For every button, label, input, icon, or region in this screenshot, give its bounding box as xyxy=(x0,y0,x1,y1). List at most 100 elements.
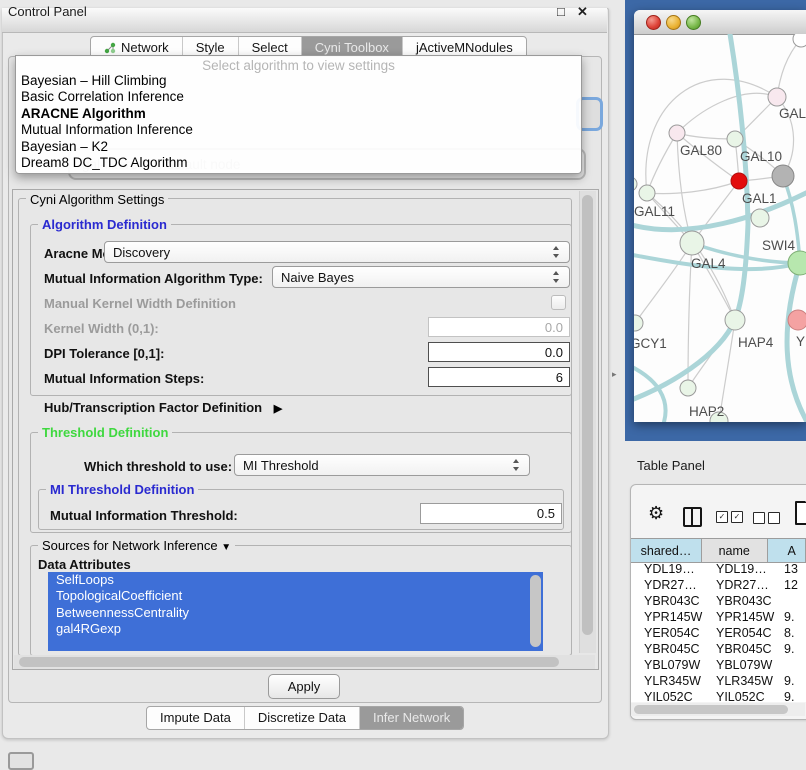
algorithm-option[interactable]: Mutual Information Inference xyxy=(16,122,581,138)
settings-vertical-scrollbar-thumb[interactable] xyxy=(582,195,593,635)
table-body[interactable]: YDL19…YDL19…13YDR27…YDR27…12YBR043CYBR04… xyxy=(631,561,806,702)
tab-discretize-data[interactable]: Discretize Data xyxy=(245,707,360,729)
checked-checkbox-icon[interactable]: ✓ xyxy=(716,511,728,523)
table-cell[interactable]: 13 xyxy=(779,562,806,576)
table-cell[interactable]: YLR345W xyxy=(631,674,708,688)
table-cell[interactable]: YLR345W xyxy=(708,674,779,688)
table-cell[interactable]: YBR045C xyxy=(631,642,708,656)
table-cell[interactable]: YIL052C xyxy=(708,690,779,702)
network-edge[interactable] xyxy=(647,133,677,193)
table-cell[interactable]: YPR145W xyxy=(708,610,779,624)
gear-icon[interactable]: ⚙ xyxy=(648,503,664,524)
table-cell[interactable]: YBL079W xyxy=(708,658,779,672)
column-header-name[interactable]: name xyxy=(702,539,767,562)
settings-horizontal-scrollbar-thumb[interactable] xyxy=(19,657,559,667)
table-cell[interactable]: YDL19… xyxy=(631,562,708,576)
minimize-traffic-light[interactable] xyxy=(666,15,681,30)
panel-splitter-handle[interactable]: ▸ xyxy=(612,369,617,380)
network-node[interactable] xyxy=(639,185,655,201)
table-row[interactable]: YBR043CYBR043C xyxy=(631,593,806,609)
table-row[interactable]: YDR27…YDR27…12 xyxy=(631,577,806,593)
sources-group-title[interactable]: Sources for Network Inference ▼ xyxy=(38,538,235,553)
data-attribute-item[interactable]: BetweennessCentrality xyxy=(48,605,543,621)
table-cell[interactable]: YBL079W xyxy=(631,658,708,672)
table-cell[interactable]: YDR27… xyxy=(631,578,708,592)
network-edge[interactable] xyxy=(647,181,739,194)
table-cell[interactable]: 9. xyxy=(779,610,806,624)
column-header-shared-name[interactable]: shared… xyxy=(631,539,702,562)
algorithm-option[interactable]: Bayesian – K2 xyxy=(16,139,581,155)
data-attributes-list[interactable]: SelfLoopsTopologicalCoefficientBetweenne… xyxy=(48,572,543,651)
algorithm-option[interactable]: Basic Correlation Inference xyxy=(16,89,581,105)
table-row[interactable]: YLR345WYLR345W9. xyxy=(631,673,806,689)
table-row[interactable]: YBL079WYBL079W xyxy=(631,657,806,673)
zoom-traffic-light[interactable] xyxy=(686,15,701,30)
table-row[interactable]: YDL19…YDL19…13 xyxy=(631,561,806,577)
network-node[interactable] xyxy=(772,165,794,187)
algorithm-option[interactable]: Dream8 DC_TDC Algorithm xyxy=(16,155,581,171)
mi-threshold-field[interactable]: 0.5 xyxy=(420,503,562,524)
table-row[interactable]: YIL052CYIL052C9. xyxy=(631,689,806,702)
table-cell[interactable]: YER054C xyxy=(708,626,779,640)
network-node[interactable] xyxy=(731,173,747,189)
algorithm-option[interactable]: Bayesian – Hill Climbing xyxy=(16,73,581,89)
table-horizontal-scrollbar-thumb[interactable] xyxy=(634,705,788,714)
mi-steps-field[interactable]: 6 xyxy=(428,367,570,387)
network-node[interactable] xyxy=(727,131,743,147)
network-node[interactable] xyxy=(634,177,637,191)
dpi-tolerance-field[interactable]: 0.0 xyxy=(428,342,570,362)
table-cell[interactable]: YDL19… xyxy=(708,562,779,576)
network-graph[interactable]: GALGAL80GAL10GAL1GAL11SWI4GAL4GCY1HAP4YH… xyxy=(634,34,806,422)
table-cell[interactable]: 9. xyxy=(779,642,806,656)
table-cell[interactable]: YBR043C xyxy=(708,594,779,608)
aracne-mode-combo[interactable]: Discovery xyxy=(104,241,570,263)
data-attribute-item[interactable]: TopologicalCoefficient xyxy=(48,588,543,604)
network-node[interactable] xyxy=(788,251,806,275)
table-cell[interactable]: 9. xyxy=(779,674,806,688)
table-row[interactable]: YPR145WYPR145W9. xyxy=(631,609,806,625)
data-attribute-item[interactable]: gal4RGexp xyxy=(48,621,543,637)
network-node[interactable] xyxy=(680,231,704,255)
network-node[interactable] xyxy=(793,34,806,47)
network-node[interactable] xyxy=(751,209,769,227)
table-cell[interactable]: 8. xyxy=(779,626,806,640)
table-cell[interactable]: YDR27… xyxy=(708,578,779,592)
tab-infer-network[interactable]: Infer Network xyxy=(360,707,463,729)
close-icon[interactable]: ✕ xyxy=(577,4,588,20)
table-cell[interactable]: 9. xyxy=(779,690,806,702)
algorithm-option[interactable]: ARACNE Algorithm xyxy=(16,106,581,122)
unchecked-checkbox-icon[interactable] xyxy=(768,512,780,524)
network-edge[interactable] xyxy=(677,93,777,133)
network-canvas[interactable]: GALGAL80GAL10GAL1GAL11SWI4GAL4GCY1HAP4YH… xyxy=(634,34,806,422)
checked-checkbox-icon[interactable]: ✓ xyxy=(731,511,743,523)
columns-icon[interactable] xyxy=(683,507,702,527)
apply-button[interactable]: Apply xyxy=(268,674,340,699)
network-node[interactable] xyxy=(680,380,696,396)
column-header-partial[interactable]: A xyxy=(768,539,806,562)
network-node[interactable] xyxy=(634,315,643,331)
mi-algorithm-type-combo[interactable]: Naive Bayes xyxy=(272,266,570,288)
table-cell[interactable]: YPR145W xyxy=(631,610,708,624)
table-cell[interactable]: YER054C xyxy=(631,626,708,640)
network-node[interactable] xyxy=(768,88,786,106)
network-edge[interactable] xyxy=(646,79,777,193)
network-window-titlebar[interactable] xyxy=(634,10,806,35)
table-cell[interactable]: YIL052C xyxy=(631,690,708,702)
table-cell[interactable]: 12 xyxy=(779,578,806,592)
minimized-panel-button[interactable] xyxy=(8,752,34,770)
document-icon[interactable] xyxy=(795,501,806,525)
kernel-width-field[interactable]: 0.0 xyxy=(428,317,570,337)
table-cell[interactable]: YBR045C xyxy=(708,642,779,656)
unchecked-checkbox-icon[interactable] xyxy=(753,512,765,524)
manual-kernel-width-checkbox[interactable] xyxy=(551,295,566,310)
network-node[interactable] xyxy=(788,310,806,330)
table-row[interactable]: YBR045CYBR045C9. xyxy=(631,641,806,657)
close-traffic-light[interactable] xyxy=(646,15,661,30)
table-cell[interactable]: YBR043C xyxy=(631,594,708,608)
network-node[interactable] xyxy=(725,310,745,330)
network-node[interactable] xyxy=(669,125,685,141)
table-row[interactable]: YER054CYER054C8. xyxy=(631,625,806,641)
network-edge[interactable] xyxy=(677,133,735,139)
attributes-scrollbar-thumb[interactable] xyxy=(530,575,541,647)
data-attribute-item[interactable]: SelfLoops xyxy=(48,572,543,588)
